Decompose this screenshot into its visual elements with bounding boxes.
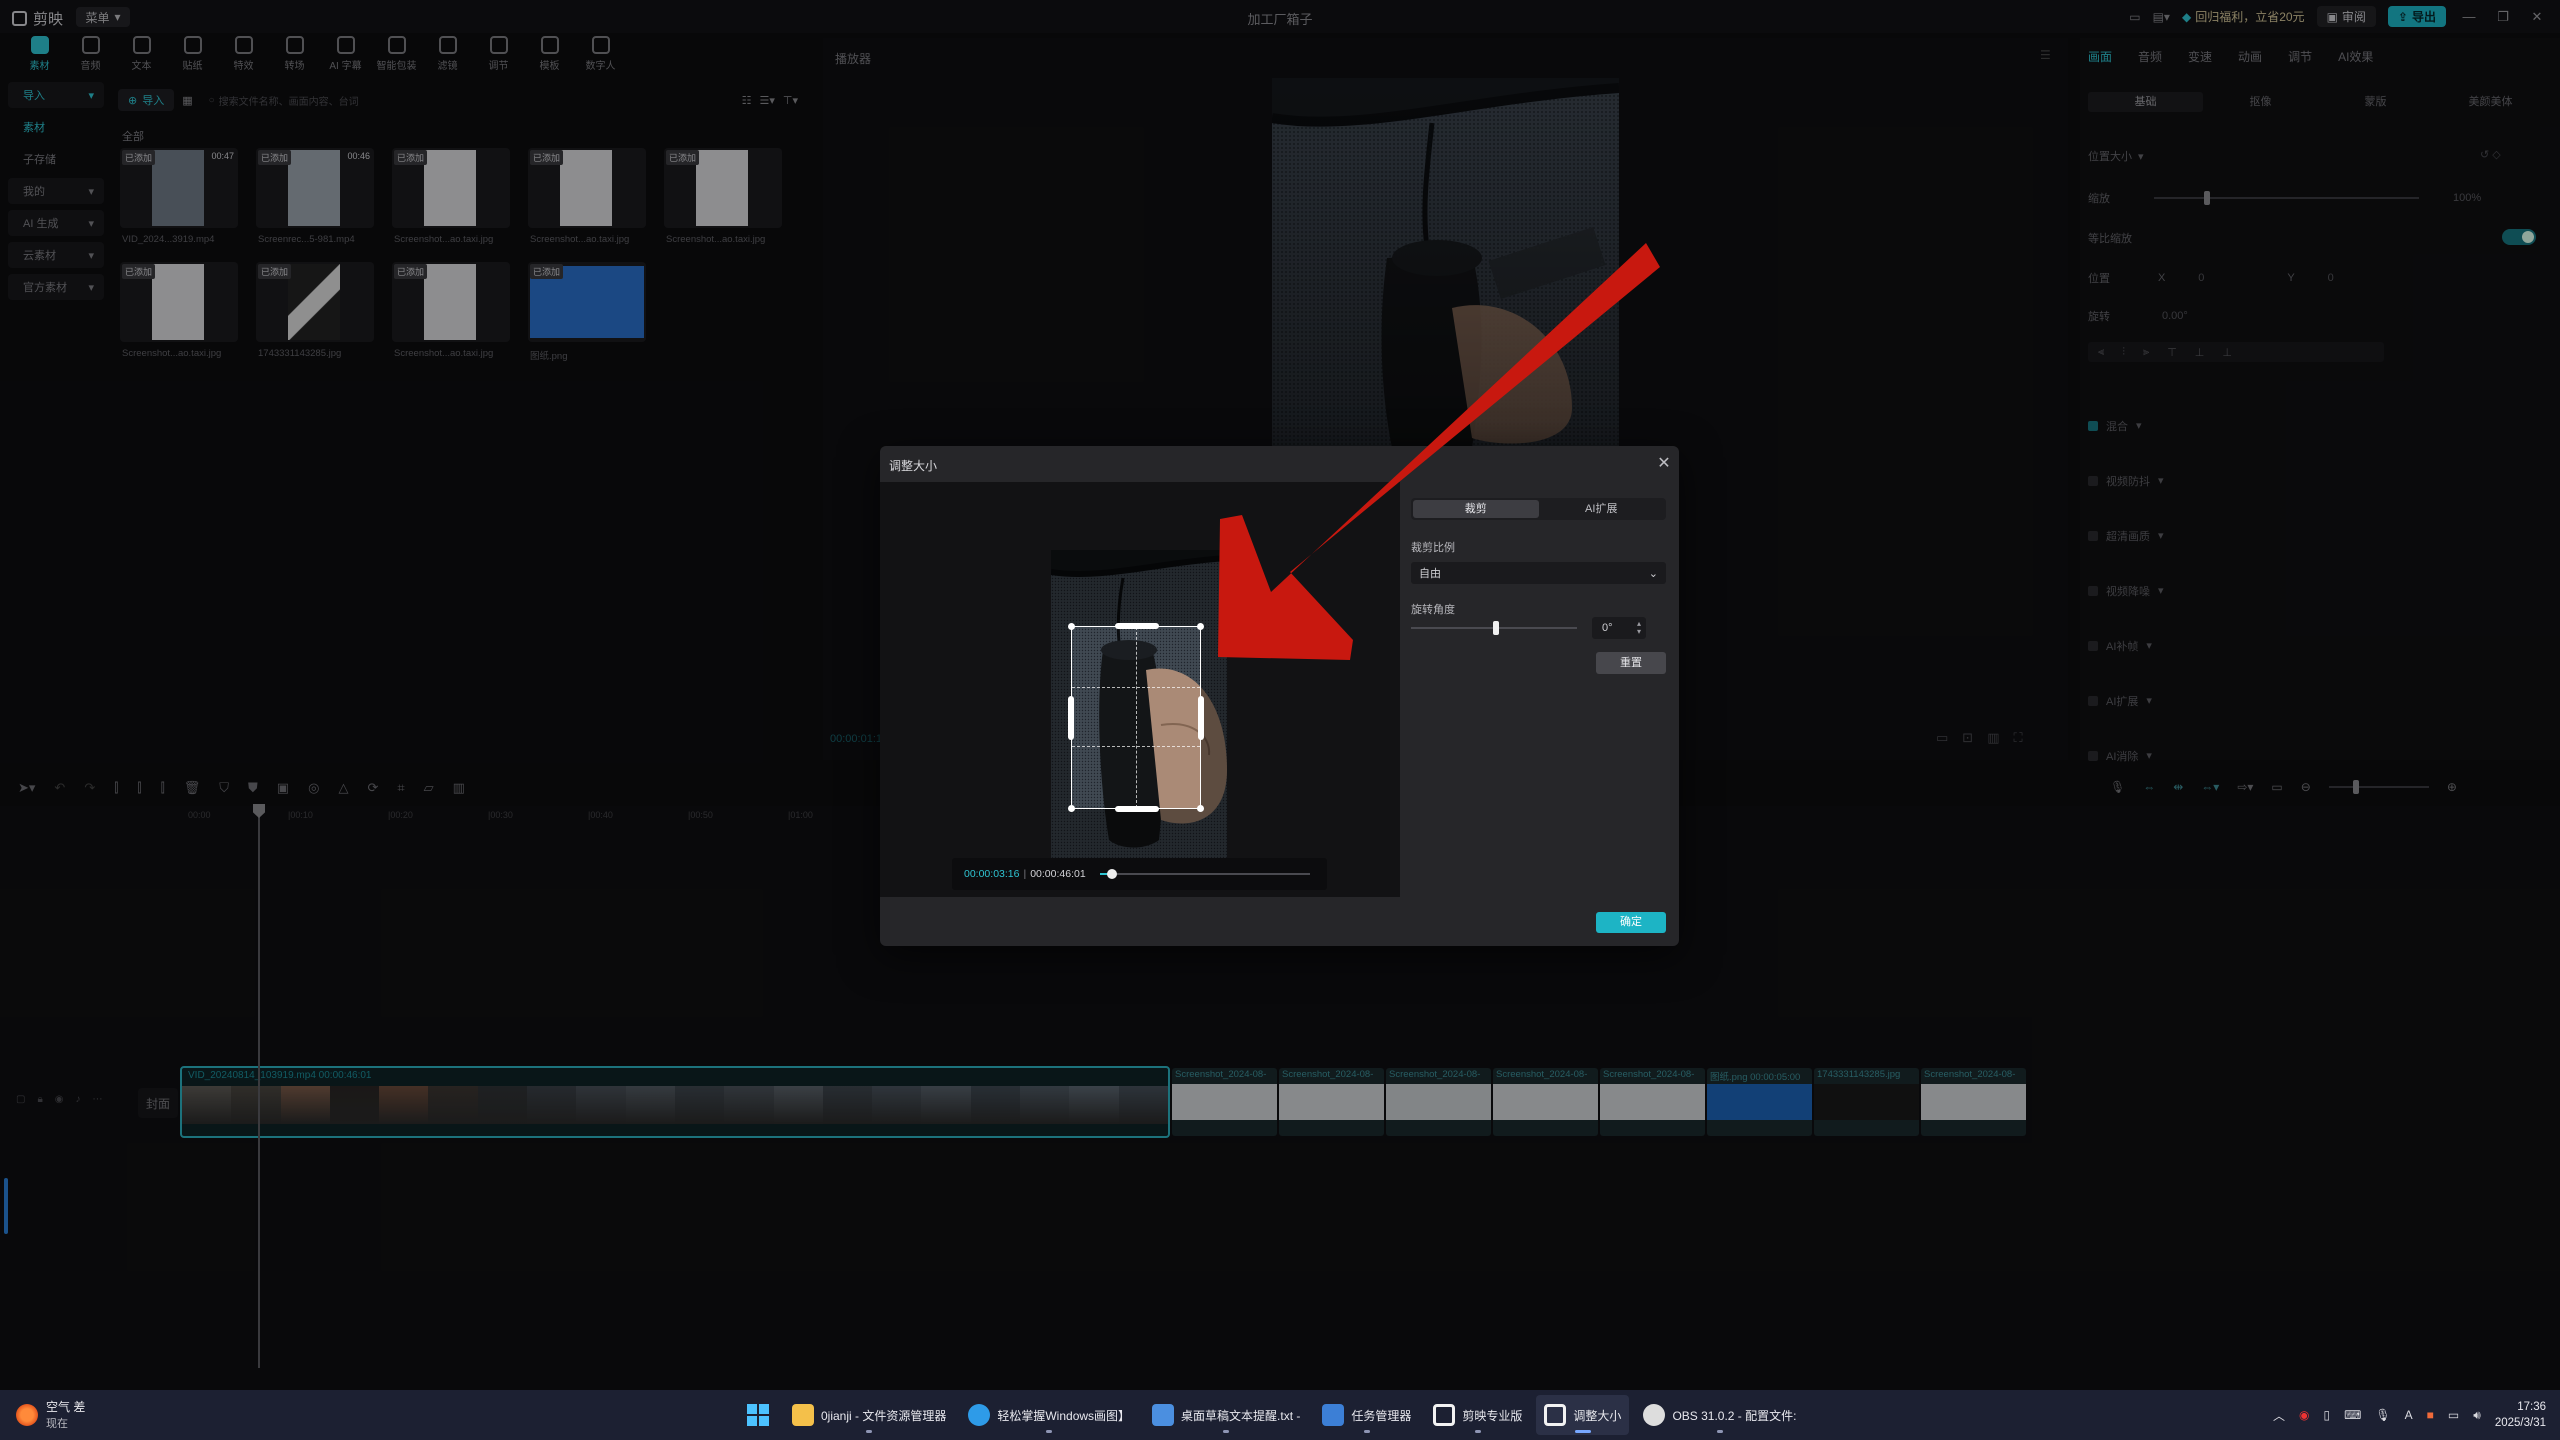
edge-icon [968,1404,991,1426]
network-icon[interactable]: ▭ [2448,1408,2459,1422]
running-indicator [1474,1430,1481,1433]
usb-icon[interactable]: ⌨ [2344,1408,2361,1422]
running-indicator [1363,1430,1370,1433]
taskbar-item-label: 桌面草稿文本提醒.txt - [1181,1408,1301,1423]
task-list: 0jianji - 文件资源管理器 轻松掌握Windows画图】 桌面草稿文本提醒.… [784,1395,1804,1435]
input-method-icon[interactable]: ■ [2427,1408,2434,1422]
running-indicator [1574,1430,1591,1433]
clock-date: 2025/3/31 [2494,1417,2546,1429]
weather-line2: 现在 [46,1418,68,1430]
chevron-up-icon[interactable]: ︿ [2273,1407,2285,1424]
taskbar-item[interactable]: 调整大小 [1536,1395,1630,1435]
system-tray: ︿ ◉ ▯ ⌨ 🎙 A ■ ▭ 🔊︎ 17:36 2025/3/31 [2273,1392,2546,1438]
capcut-icon [1544,1404,1567,1426]
taskbar-item[interactable]: 任务管理器 [1314,1395,1419,1435]
taskbar-item[interactable]: 0jianji - 文件资源管理器 [784,1395,954,1435]
weather-widget[interactable]: 空气 差 现在 [16,1398,85,1431]
taskbar-item[interactable]: 轻松掌握Windows画图】 [960,1395,1138,1435]
tablet-icon[interactable]: ▯ [2323,1408,2330,1422]
obs-icon [1643,1404,1666,1426]
microphone-tray-icon[interactable]: 🎙 [2375,1408,2390,1422]
notepad-icon [1152,1404,1175,1426]
weather-icon [16,1403,38,1426]
clock[interactable]: 17:36 2025/3/31 [2495,1399,2546,1431]
obs-tray-icon[interactable]: ◉ [2299,1408,2309,1422]
taskbar-item-label: OBS 31.0.2 - 配置文件: [1672,1408,1797,1423]
taskbar-apps: 0jianji - 文件资源管理器 轻松掌握Windows画图】 桌面草稿文本提醒.… [738,1392,1804,1438]
volume-icon[interactable]: 🔊︎ [2473,1408,2481,1423]
weather-line1: 空气 差 [46,1400,86,1414]
folder-icon [792,1404,814,1426]
arrow-shape [1218,243,1660,660]
taskbar-item-label: 调整大小 [1573,1408,1622,1423]
taskbar-item-label: 任务管理器 [1351,1408,1412,1423]
running-indicator [1223,1430,1230,1433]
taskbar-item[interactable]: 桌面草稿文本提醒.txt - [1144,1395,1308,1435]
running-indicator [866,1430,873,1433]
taskbar-item-label: 剪映专业版 [1462,1408,1523,1423]
taskbar-item[interactable]: 剪映专业版 [1425,1395,1530,1435]
annotation-arrow [1218,243,1660,660]
taskbar-item-label: 轻松掌握Windows画图】 [997,1408,1131,1423]
running-indicator [1716,1430,1723,1433]
running-indicator [1046,1430,1053,1433]
task-manager-icon [1322,1404,1345,1426]
start-button[interactable] [738,1395,778,1435]
ime-indicator[interactable]: A [2405,1408,2413,1422]
capcut-icon [1433,1404,1456,1426]
taskbar-item[interactable]: OBS 31.0.2 - 配置文件: [1635,1395,1804,1435]
clock-time: 17:36 [2517,1401,2546,1413]
windows-icon [747,1404,769,1426]
taskbar-item-label: 0jianji - 文件资源管理器 [821,1408,947,1423]
